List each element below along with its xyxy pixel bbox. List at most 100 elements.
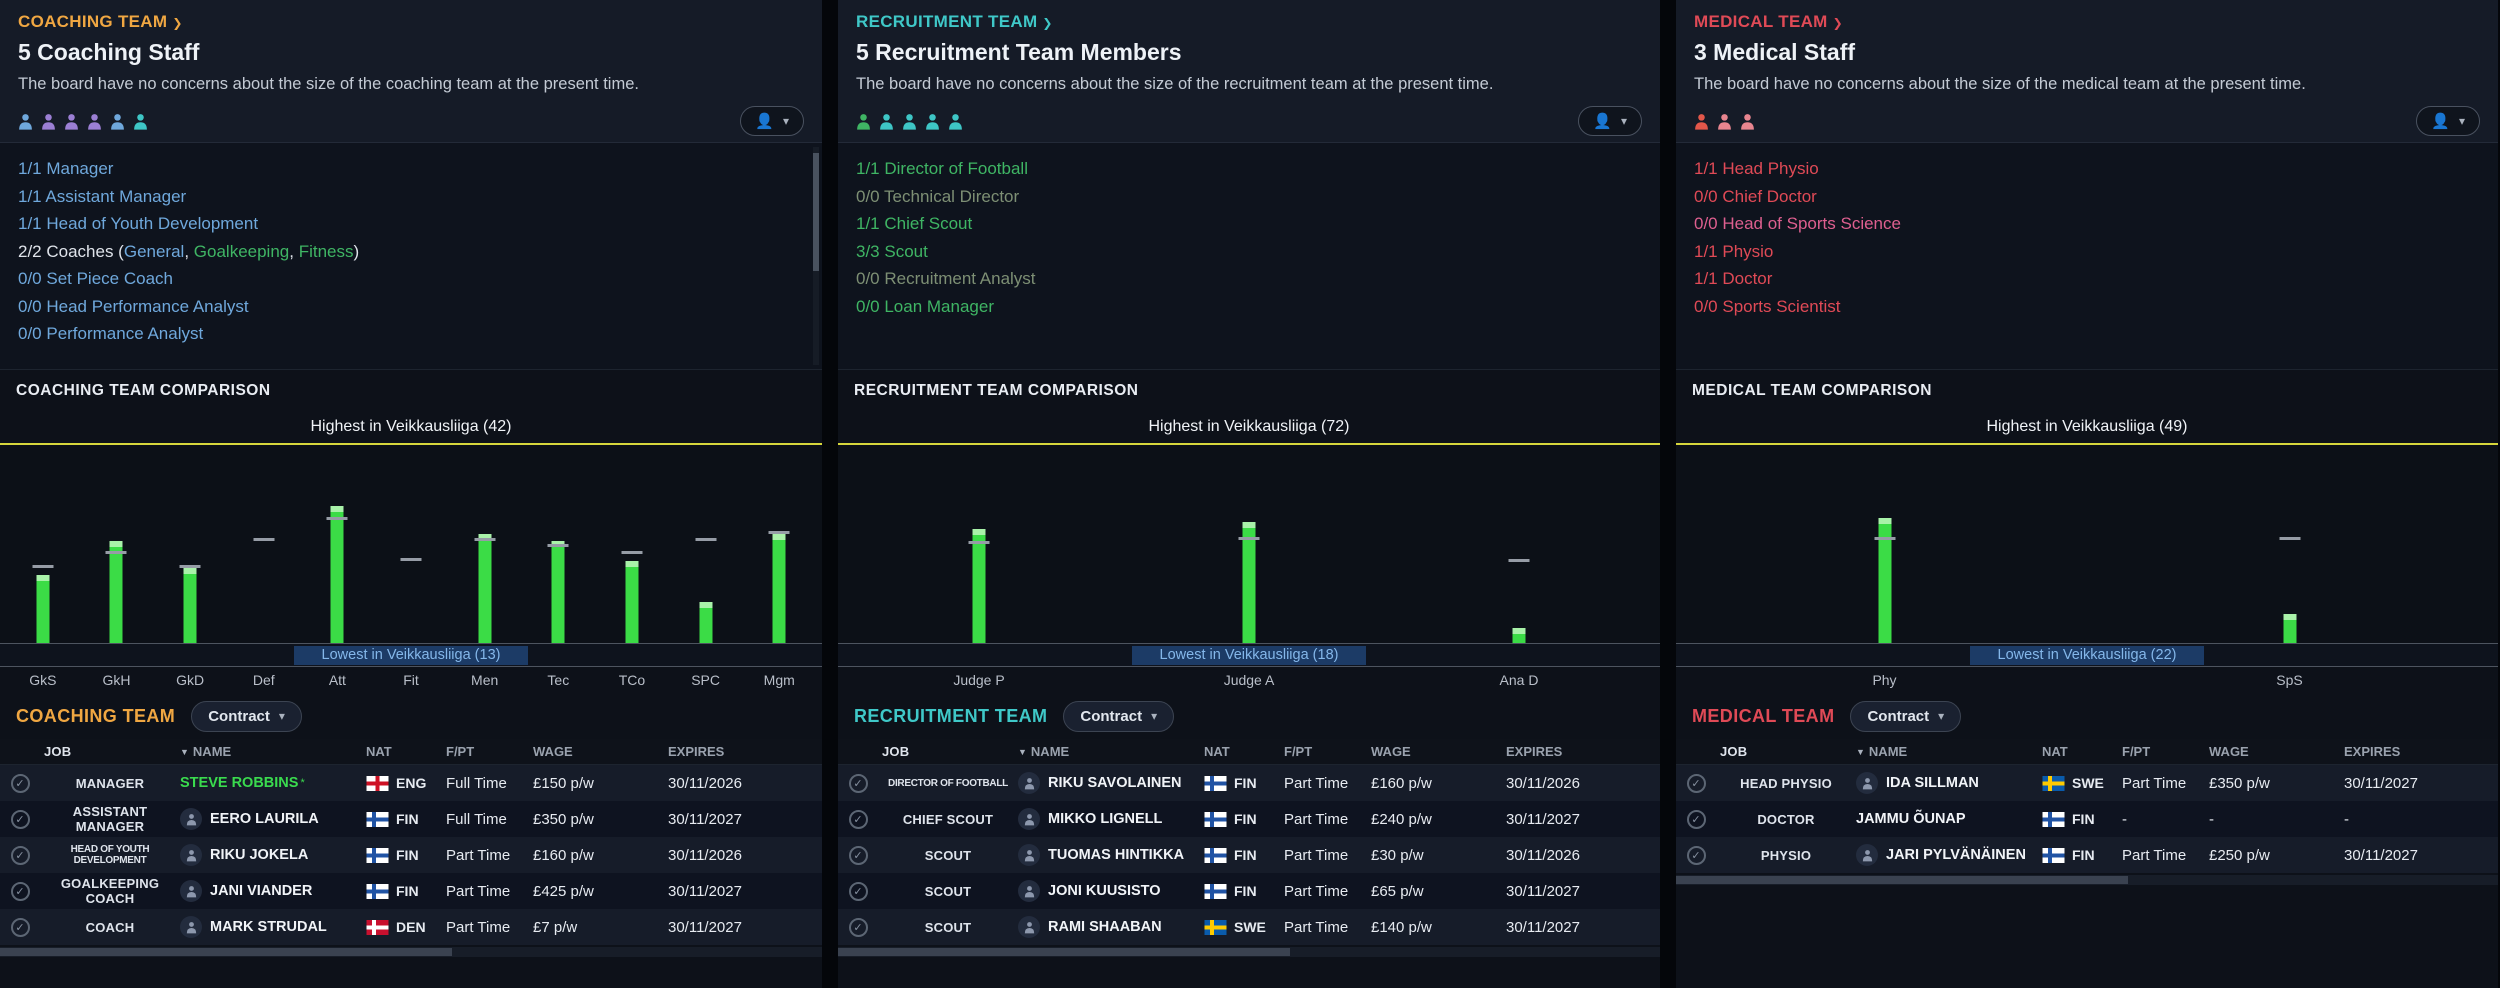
league-average-marker — [621, 551, 643, 554]
column-fpt[interactable]: F/PT — [2122, 739, 2209, 764]
role-item[interactable]: 1/1 Physio — [1694, 238, 2480, 266]
column-job[interactable]: JOB — [1716, 739, 1856, 764]
contract-dropdown[interactable]: Contract ▾ — [1063, 700, 1175, 732]
table-row[interactable]: ✓ PHYSIO JARI PYLVÄNÄINEN FIN Part Time £250 … — [1676, 837, 2498, 873]
recruitment-team-section-link[interactable]: RECRUITMENT TEAM ❯ — [856, 12, 1053, 32]
row-check-cell[interactable]: ✓ — [838, 873, 878, 909]
name-cell[interactable]: RAMI SHAABAN — [1018, 909, 1204, 945]
column-expires[interactable]: EXPIRES — [2344, 739, 2498, 764]
column-fpt[interactable]: F/PT — [446, 739, 533, 764]
table-row[interactable]: ✓ COACH MARK STRUDAL DEN Part Time £7 p/w 30/1… — [0, 909, 822, 945]
table-row[interactable]: ✓ HEAD PHYSIO IDA SILLMAN SWE Part Time £350 … — [1676, 765, 2498, 801]
column-job[interactable]: JOB — [878, 739, 1018, 764]
table-row[interactable]: ✓ GOALKEEPING COACH JANI VIANDER FIN Part Ti… — [0, 873, 822, 909]
medical-team-section-link[interactable]: MEDICAL TEAM ❯ — [1694, 12, 1843, 32]
role-item[interactable]: 0/0 Recruitment Analyst — [856, 265, 1642, 293]
table-row[interactable]: ✓ HEAD OF YOUTH DEVELOPMENT RIKU JOKELA FIN… — [0, 837, 822, 873]
row-check-cell[interactable]: ✓ — [838, 765, 878, 801]
contract-dropdown[interactable]: Contract ▾ — [1850, 700, 1962, 732]
horizontal-scrollbar[interactable] — [1676, 875, 2498, 885]
staff-view-dropdown[interactable]: 👤 ▾ — [1578, 106, 1642, 136]
scrollbar-thumb[interactable] — [838, 948, 1291, 956]
scrollbar-thumb[interactable] — [1676, 876, 2129, 884]
table-row[interactable]: ✓ SCOUT RAMI SHAABAN SWE Part Time £140 p/w 30… — [838, 909, 1660, 945]
role-text: General — [123, 241, 185, 261]
name-cell[interactable]: MARK STRUDAL — [180, 909, 366, 945]
name-cell[interactable]: TUOMAS HINTIKKA — [1018, 837, 1204, 873]
staff-view-dropdown[interactable]: 👤 ▾ — [740, 106, 804, 136]
name-cell[interactable]: MIKKO LIGNELL — [1018, 801, 1204, 837]
row-check-cell[interactable]: ✓ — [1676, 801, 1716, 837]
flag-fin-icon — [1204, 847, 1227, 863]
table-row[interactable]: ✓ SCOUT JONI KUUSISTO FIN Part Time £65 p/w 30… — [838, 873, 1660, 909]
check-icon: ✓ — [1686, 773, 1706, 793]
name-cell[interactable]: IDA SILLMAN — [1856, 765, 2042, 801]
vertical-scrollbar[interactable] — [813, 147, 819, 365]
column-nat[interactable]: NAT — [1204, 739, 1284, 764]
role-item[interactable]: 0/0 Performance Analyst — [18, 320, 804, 348]
table-row[interactable]: ✓ ASSISTANT MANAGER EERO LAURILA FIN Full Ti… — [0, 801, 822, 837]
table-row[interactable]: ✓ DOCTOR JAMMU ÕUNAP FIN - - - — [1676, 801, 2498, 837]
row-check-cell[interactable]: ✓ — [838, 837, 878, 873]
table-row[interactable]: ✓ CHIEF SCOUT MIKKO LIGNELL FIN Part Time £24… — [838, 801, 1660, 837]
scrollbar-thumb[interactable] — [813, 153, 819, 271]
role-item[interactable]: 1/1 Director of Football — [856, 155, 1642, 183]
row-check-cell[interactable]: ✓ — [0, 909, 40, 945]
column-wage[interactable]: WAGE — [2209, 739, 2344, 764]
horizontal-scrollbar[interactable] — [838, 947, 1660, 957]
column-nat[interactable]: NAT — [366, 739, 446, 764]
column-wage[interactable]: WAGE — [533, 739, 668, 764]
row-check-cell[interactable]: ✓ — [838, 801, 878, 837]
horizontal-scrollbar[interactable] — [0, 947, 822, 957]
role-item[interactable]: 3/3 Scout — [856, 238, 1642, 266]
role-item[interactable]: 1/1 Head Physio — [1694, 155, 2480, 183]
row-check-cell[interactable]: ✓ — [0, 837, 40, 873]
name-cell[interactable]: JANI VIANDER — [180, 873, 366, 909]
name-cell[interactable]: JONI KUUSISTO — [1018, 873, 1204, 909]
role-item[interactable]: 1/1 Manager — [18, 155, 804, 183]
scrollbar-thumb[interactable] — [0, 948, 453, 956]
column-job[interactable]: JOB — [40, 739, 180, 764]
staff-member-icon — [1718, 113, 1731, 130]
column-fpt[interactable]: F/PT — [1284, 739, 1371, 764]
table-row[interactable]: ✓ DIRECTOR OF FOOTBALL RIKU SAVOLAINEN FIN P… — [838, 765, 1660, 801]
name-cell[interactable]: RIKU SAVOLAINEN — [1018, 765, 1204, 801]
row-check-cell[interactable]: ✓ — [0, 801, 40, 837]
name-cell[interactable]: EERO LAURILA — [180, 801, 366, 837]
role-item[interactable]: 0/0 Sports Scientist — [1694, 293, 2480, 321]
staff-view-dropdown[interactable]: 👤 ▾ — [2416, 106, 2480, 136]
table-row[interactable]: ✓ SCOUT TUOMAS HINTIKKA FIN Part Time £30 p/w… — [838, 837, 1660, 873]
role-item[interactable]: 1/1 Chief Scout — [856, 210, 1642, 238]
name-cell[interactable]: JARI PYLVÄNÄINEN — [1856, 837, 2042, 873]
role-item[interactable]: 0/0 Set Piece Coach — [18, 265, 804, 293]
nationality-cell: FIN — [1204, 801, 1284, 837]
role-item[interactable]: 0/0 Loan Manager — [856, 293, 1642, 321]
column-expires[interactable]: EXPIRES — [668, 739, 822, 764]
row-check-cell[interactable]: ✓ — [0, 765, 40, 801]
role-item[interactable]: 1/1 Assistant Manager — [18, 183, 804, 211]
column-expires[interactable]: EXPIRES — [1506, 739, 1660, 764]
role-item[interactable]: 1/1 Head of Youth Development — [18, 210, 804, 238]
role-item[interactable]: 0/0 Head Performance Analyst — [18, 293, 804, 321]
name-cell[interactable]: RIKU JOKELA — [180, 837, 366, 873]
row-check-cell[interactable]: ✓ — [1676, 765, 1716, 801]
row-check-cell[interactable]: ✓ — [0, 873, 40, 909]
role-item[interactable]: 0/0 Head of Sports Science — [1694, 210, 2480, 238]
contract-dropdown[interactable]: Contract ▾ — [191, 700, 302, 732]
column-nat[interactable]: NAT — [2042, 739, 2122, 764]
role-item[interactable]: 0/0 Technical Director — [856, 183, 1642, 211]
row-check-cell[interactable]: ✓ — [1676, 837, 1716, 873]
role-item[interactable]: 2/2 Coaches (General, Goalkeeping, Fitne… — [18, 238, 804, 266]
table-row[interactable]: ✓ MANAGER STEVE ROBBINS * ENG Full Time £150 p… — [0, 765, 822, 801]
role-item[interactable]: 0/0 Chief Doctor — [1694, 183, 2480, 211]
column-name[interactable]: ▼ NAME — [180, 739, 366, 764]
chart-bar — [972, 529, 986, 643]
column-name[interactable]: ▼ NAME — [1856, 739, 2042, 764]
name-cell[interactable]: JAMMU ÕUNAP — [1856, 801, 2042, 837]
role-item[interactable]: 1/1 Doctor — [1694, 265, 2480, 293]
coaching-team-section-link[interactable]: COACHING TEAM ❯ — [18, 12, 183, 32]
column-name[interactable]: ▼ NAME — [1018, 739, 1204, 764]
row-check-cell[interactable]: ✓ — [838, 909, 878, 945]
name-cell[interactable]: STEVE ROBBINS * — [180, 765, 366, 801]
column-wage[interactable]: WAGE — [1371, 739, 1506, 764]
